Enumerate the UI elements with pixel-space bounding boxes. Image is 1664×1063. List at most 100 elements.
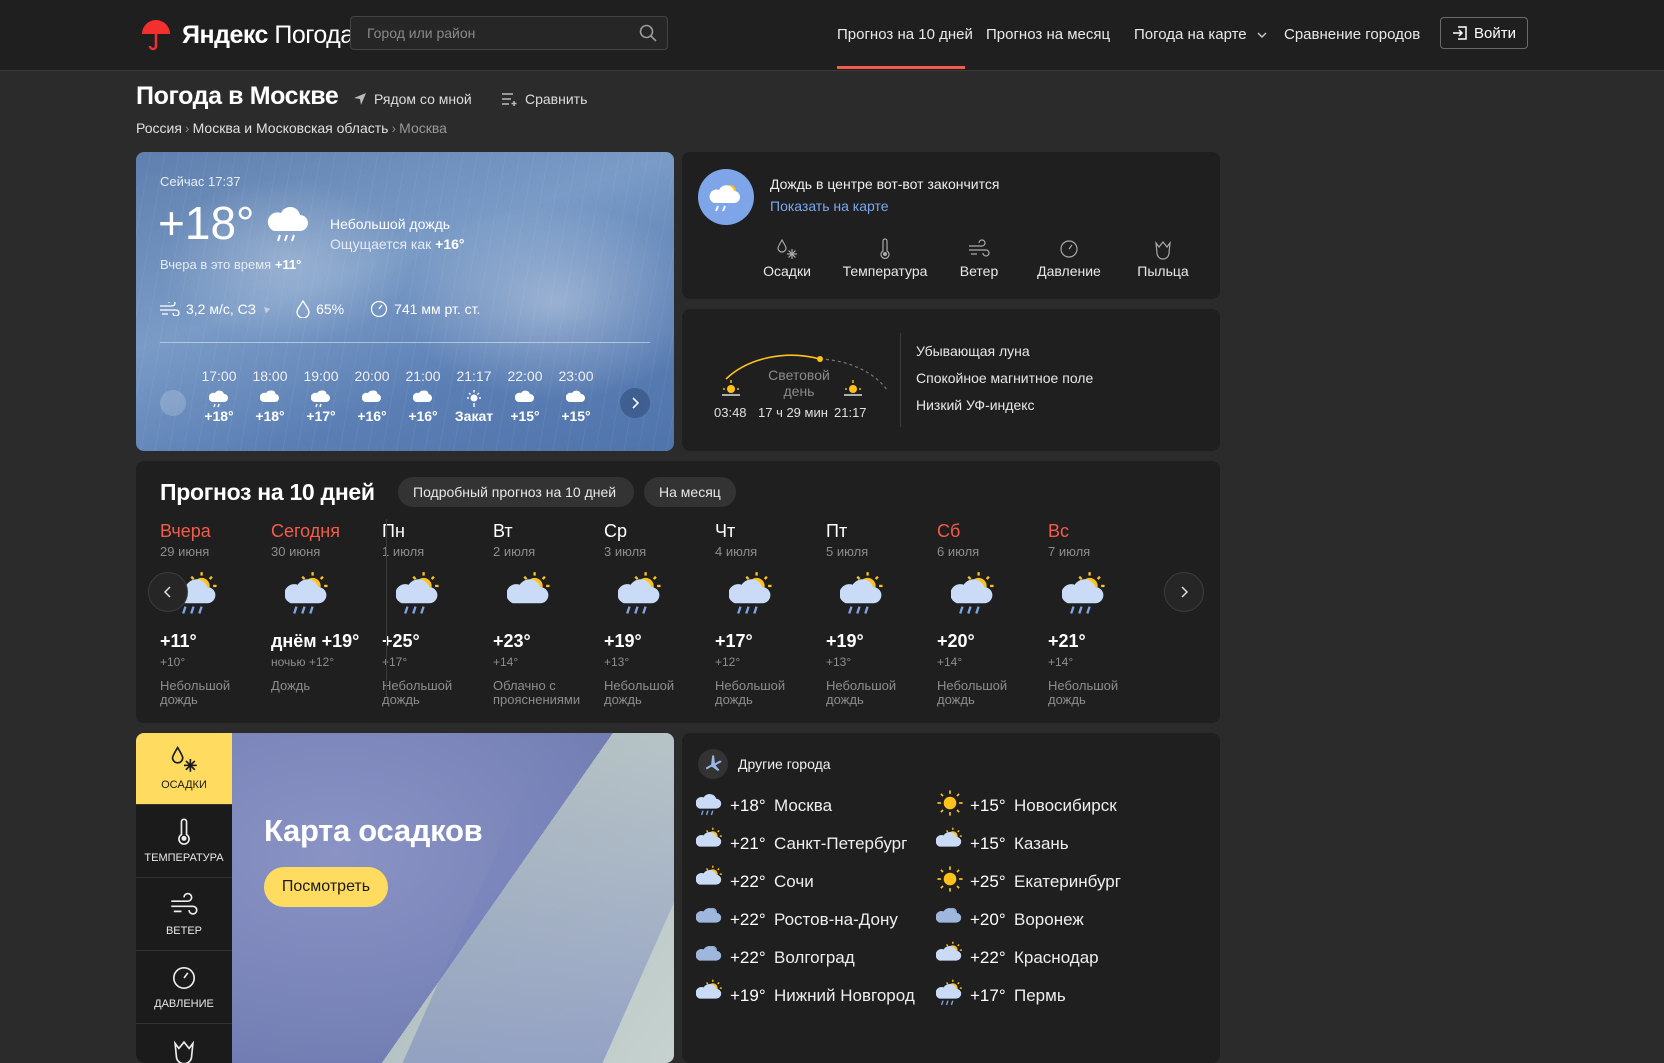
daylight-card: Световой день 03:48 17 ч 29 мин 21:17 Убы… [682, 309, 1220, 451]
city-name: Новосибирск [1014, 795, 1117, 815]
show-on-map-link[interactable]: Показать на карте [770, 198, 889, 214]
map-tab-pollen[interactable] [136, 1025, 232, 1063]
day-temp-low: +13° [826, 655, 852, 669]
brand-name: Яндекс [182, 20, 268, 49]
forecast-day[interactable]: Вчера 29 июня +11° +10° Небольшой дождь [160, 521, 275, 707]
map-tab-wind[interactable]: ВЕТЕР [136, 879, 232, 951]
feels-like-label: Ощущается как [330, 236, 432, 252]
layer-temperature[interactable]: Температура [840, 238, 930, 279]
cloud-icon [514, 388, 535, 411]
day-condition: Небольшой дождь [937, 678, 1008, 707]
sun-cloud-icon [695, 827, 724, 860]
city-item[interactable]: +22° Сочи [695, 865, 814, 898]
layer-precipitation[interactable]: Осадки [742, 238, 832, 279]
detailed-forecast-button[interactable]: Подробный прогноз на 10 дней [398, 477, 634, 507]
city-name: Краснодар [1014, 947, 1099, 967]
layer-precipitation-label: Осадки [763, 263, 811, 279]
sun-icon [936, 789, 964, 822]
wind-icon [160, 302, 180, 316]
sun-rain-icon [950, 571, 997, 622]
forecast-day[interactable]: Сегодня 30 июня днём +19° ночью +12° Дождь [271, 521, 386, 693]
nav-map[interactable]: Погода на карте [1134, 26, 1267, 43]
map-tab-temperature[interactable]: ТЕМПЕРАТУРА [136, 806, 232, 878]
current-weather-card[interactable]: Сейчас 17:37 +18° Небольшой дождь Ощущае… [136, 152, 674, 451]
hour-item: 23:00 +15° [549, 368, 603, 424]
city-item[interactable]: +15° Новосибирск [936, 789, 1117, 822]
forecast-day[interactable]: Пт 5 июля +19° +13° Небольшой дождь [826, 521, 941, 707]
city-item[interactable]: +25° Екатеринбург [936, 865, 1121, 898]
map-title: Карта осадков [264, 813, 483, 848]
pollen-flower-icon [1155, 240, 1171, 260]
map-tab-precipitation[interactable]: ОСАДКИ [136, 733, 232, 805]
breadcrumb-russia[interactable]: Россия [136, 120, 182, 136]
forecast-next-button[interactable] [1164, 572, 1204, 612]
hour-item: 17:00 +18° [192, 368, 246, 424]
search-icon[interactable] [639, 24, 657, 42]
rain-cloud-icon [695, 789, 724, 822]
sunrise-time: 03:48 [714, 405, 747, 420]
city-item[interactable]: +22° Ростов-на-Дону [695, 903, 898, 936]
map-tab-pressure-label: ДАВЛЕНИЕ [154, 998, 214, 1010]
hours-next-button[interactable] [620, 388, 650, 418]
day-condition: Небольшой дождь [715, 678, 786, 707]
nav-month[interactable]: Прогноз на месяц [986, 26, 1110, 43]
login-button[interactable]: Войти [1440, 17, 1528, 49]
map-tab-wind-label: ВЕТЕР [165, 925, 203, 937]
sun-rain-icon [698, 169, 754, 225]
day-date: 2 июля [493, 544, 536, 559]
day-name: Вчера [160, 521, 211, 541]
nav-compare-cities[interactable]: Сравнение городов [1284, 26, 1420, 43]
chevron-down-icon [1257, 32, 1267, 38]
layer-wind[interactable]: Ветер [934, 238, 1024, 279]
map-tab-pressure[interactable]: ДАВЛЕНИЕ [136, 952, 232, 1024]
city-name: Санкт-Петербург [774, 833, 908, 853]
nav-10-days[interactable]: Прогноз на 10 дней [837, 26, 973, 43]
city-item[interactable]: +22° Краснодар [935, 941, 1099, 974]
month-forecast-button[interactable]: На месяц [644, 477, 736, 507]
layer-pressure[interactable]: Давление [1024, 238, 1114, 279]
forecast-day[interactable]: Ср 3 июля +19° +13° Небольшой дождь [604, 521, 719, 707]
search-input[interactable] [351, 17, 631, 49]
forecast-day[interactable]: Пн 1 июля +25° +17° Небольшой дождь [382, 521, 497, 707]
forecast-day[interactable]: Вт 2 июля +23° +14° Облачно с прояснениями [493, 521, 608, 707]
city-item[interactable]: +19° Нижний Новгород [695, 979, 915, 1012]
sunset-icon [464, 388, 484, 411]
city-item[interactable]: +22° Волгоград [695, 941, 855, 974]
day-date: 29 июня [160, 544, 210, 559]
breadcrumb-region[interactable]: Москва и Московская область [193, 120, 389, 136]
city-item[interactable]: +18° Москва [695, 789, 832, 822]
city-item[interactable]: +21° Санкт-Петербург [695, 827, 908, 860]
logo[interactable]: Яндекс Погода [140, 18, 354, 52]
compare-button[interactable]: Сравнить [502, 91, 587, 107]
nowcast-text: Дождь в центре вот-вот закончится [770, 176, 1000, 192]
day-temp-low: +14° [1048, 655, 1074, 669]
view-map-button[interactable]: Посмотреть [264, 867, 388, 907]
city-item[interactable]: +15° Казань [935, 827, 1069, 860]
forecast-day[interactable]: Вс 7 июля +21° +14° Небольшой дождь [1048, 521, 1163, 707]
day-temp-low: +13° [604, 655, 630, 669]
sun-cloud-icon [695, 865, 724, 898]
rain-icon [208, 388, 229, 411]
city-item[interactable]: +20° Воронеж [935, 903, 1084, 936]
forecast-day[interactable]: Сб 6 июля +20° +14° Небольшой дождь [937, 521, 1052, 707]
near-me-button[interactable]: Рядом со мной [353, 91, 472, 107]
cloud-icon [695, 903, 724, 936]
layer-pollen[interactable]: Пыльца [1118, 238, 1208, 279]
city-temp: +25° [970, 871, 1006, 891]
hour-item: 19:00 +17° [294, 368, 348, 424]
day-temp-high: +19° [604, 631, 642, 651]
forecast-day[interactable]: Чт 4 июля +17° +12° Небольшой дождь [715, 521, 830, 707]
forecast-prev-button[interactable] [148, 572, 188, 612]
pressure-value: 741 мм рт. ст. [394, 301, 481, 317]
day-date: 5 июля [826, 544, 869, 559]
layer-pollen-label: Пыльца [1137, 263, 1189, 279]
day-condition: Небольшой дождь [382, 678, 453, 707]
pressure-stat: 741 мм рт. ст. [370, 300, 480, 318]
forecast-title: Прогноз на 10 дней [160, 479, 375, 505]
city-item[interactable]: +17° Пермь [935, 979, 1066, 1012]
hours-prev-button[interactable] [160, 390, 186, 416]
pressure-gauge-icon [370, 300, 388, 318]
precipitation-map-card[interactable]: ОСАДКИ ТЕМПЕРАТУРА ВЕТЕР ДАВЛЕНИЕ Карта … [136, 733, 674, 1063]
day-temp-high: +23° [493, 631, 531, 651]
current-stats: 3,2 м/с, СЗ 65% 741 мм рт. ст. [160, 300, 506, 318]
